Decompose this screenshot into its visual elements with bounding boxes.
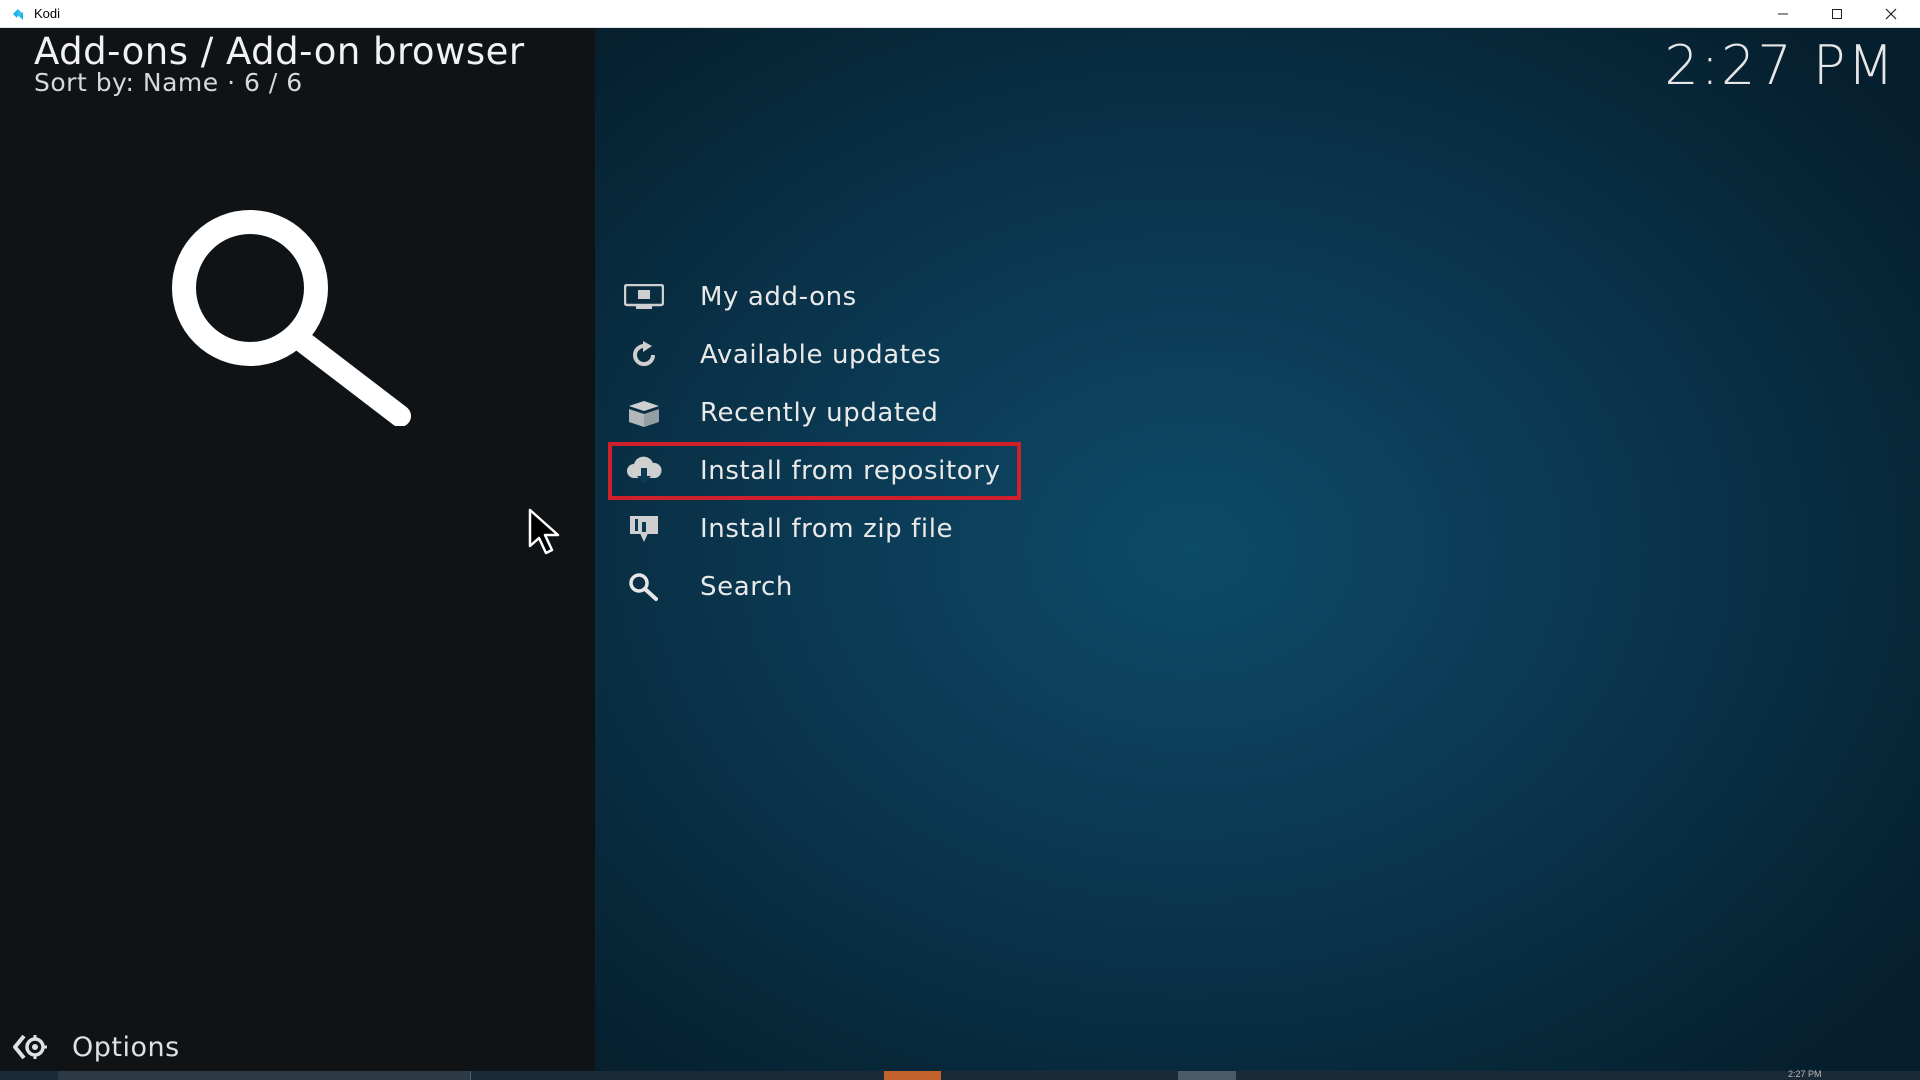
info-panel: Add-ons / Add-on browser Sort by: Name ·…	[0, 28, 595, 1071]
zip-download-icon	[624, 513, 664, 545]
menu-item-label: My add-ons	[700, 282, 857, 312]
menu-item-label: Install from repository	[700, 456, 1001, 486]
close-icon	[1885, 8, 1897, 20]
menu-item-my-addons[interactable]: My add-ons	[608, 268, 1028, 326]
mouse-cursor-icon	[528, 508, 560, 555]
search-icon	[624, 571, 664, 603]
options-label: Options	[72, 1031, 180, 1063]
menu-item-label: Search	[700, 572, 793, 602]
menu-item-label: Install from zip file	[700, 514, 954, 544]
taskbar-kodi-button[interactable]	[1178, 1071, 1236, 1080]
minimize-button[interactable]	[1756, 0, 1810, 28]
kodi-logo-icon	[13, 9, 23, 20]
minimize-icon	[1778, 13, 1788, 15]
cloud-download-icon	[624, 455, 664, 487]
monitor-box-icon	[624, 281, 664, 313]
clock: 2:27 PM	[1664, 34, 1896, 97]
kodi-window: Kodi Add-ons / Add-on browser Sort by: N…	[0, 0, 1920, 1080]
options-button[interactable]: Options	[12, 1030, 180, 1064]
window-title: Kodi	[34, 6, 61, 21]
maximize-icon	[1832, 9, 1842, 19]
menu-item-available-updates[interactable]: Available updates	[608, 326, 1028, 384]
open-box-icon	[624, 397, 664, 429]
taskbar-app-button[interactable]	[884, 1071, 941, 1080]
taskbar-search-box[interactable]	[58, 1071, 471, 1080]
menu-item-label: Available updates	[700, 340, 942, 370]
page-title: Add-ons / Add-on browser	[34, 30, 525, 73]
menu-item-recently-updated[interactable]: Recently updated	[608, 384, 1028, 442]
maximize-button[interactable]	[1810, 0, 1864, 28]
sort-info: Sort by: Name · 6 / 6	[34, 68, 303, 97]
menu-item-install-from-zip[interactable]: Install from zip file	[608, 500, 1028, 558]
menu-item-search[interactable]: Search	[608, 558, 1028, 616]
addon-browser-menu: My add-ons Available updates Recently up…	[608, 268, 1028, 616]
menu-item-label: Recently updated	[700, 398, 939, 428]
options-icon	[13, 1034, 47, 1060]
kodi-content: Add-ons / Add-on browser Sort by: Name ·…	[0, 28, 1920, 1071]
refresh-icon	[624, 339, 664, 371]
menu-item-install-from-repository[interactable]: Install from repository	[608, 442, 1021, 500]
close-button[interactable]	[1864, 0, 1918, 28]
taskbar: 2:27 PM	[0, 1069, 1920, 1080]
large-search-icon	[172, 210, 411, 426]
title-bar: Kodi	[0, 0, 1920, 28]
taskbar-clock: 2:27 PM	[1788, 1069, 1822, 1079]
